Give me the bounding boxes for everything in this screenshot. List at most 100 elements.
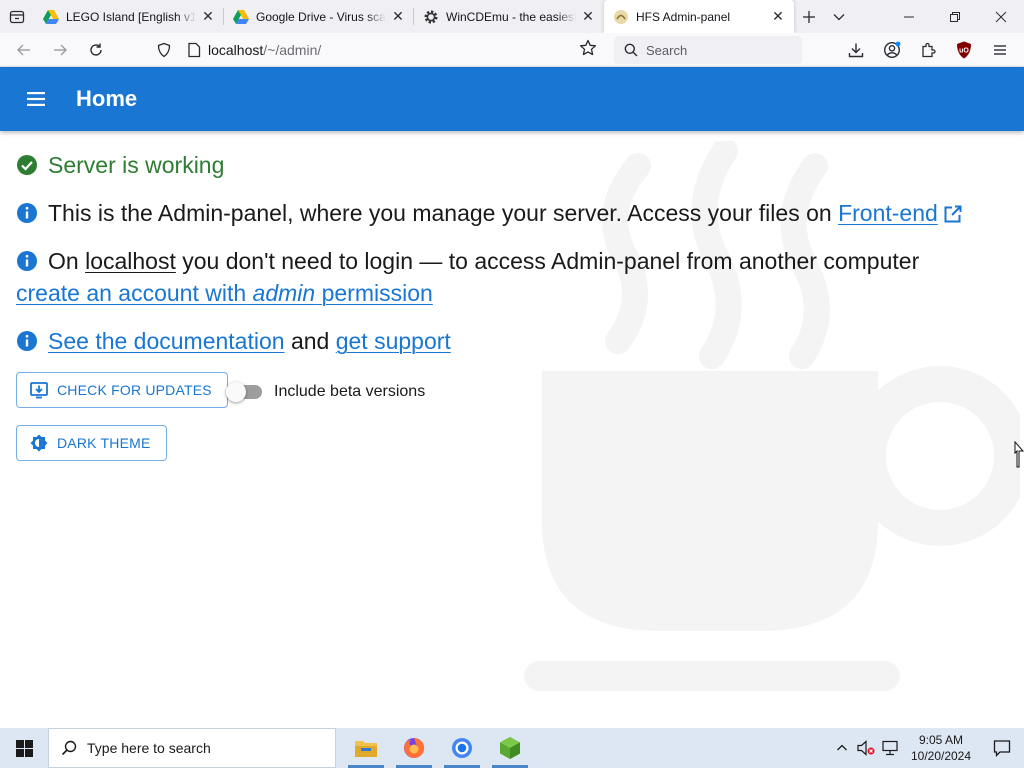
create-account-link[interactable]: create an account with admin permission bbox=[16, 277, 433, 309]
firefox-view-button[interactable] bbox=[0, 0, 34, 33]
show-hidden-icons-button[interactable] bbox=[830, 728, 854, 768]
taskbar-chrome[interactable] bbox=[438, 728, 486, 768]
get-support-link[interactable]: get support bbox=[336, 328, 451, 354]
external-link-icon[interactable] bbox=[944, 205, 962, 223]
close-window-button[interactable] bbox=[978, 0, 1024, 33]
beta-versions-label: Include beta versions bbox=[274, 383, 426, 400]
tab-close-icon[interactable]: ✕ bbox=[390, 8, 406, 25]
taskbar-hfs-app[interactable] bbox=[486, 728, 534, 768]
account-icon bbox=[883, 41, 901, 59]
admin-emphasis: admin bbox=[252, 280, 316, 306]
tab-title: Google Drive - Virus scan bbox=[256, 9, 386, 24]
taskbar-search-input[interactable]: Type here to search bbox=[48, 728, 336, 768]
search-icon bbox=[624, 43, 638, 57]
taskbar-clock[interactable]: 9:05 AM 10/20/2024 bbox=[902, 732, 980, 764]
browser-tab-active[interactable]: HFS Admin-panel ✕ bbox=[604, 0, 794, 33]
minimize-button[interactable] bbox=[886, 0, 932, 33]
info-icon bbox=[16, 197, 40, 229]
tab-close-icon[interactable]: ✕ bbox=[200, 8, 216, 25]
app-bar: Home bbox=[0, 67, 1024, 131]
info-icon bbox=[16, 245, 40, 277]
chevron-down-icon bbox=[833, 13, 845, 20]
tab-title: LEGO Island [English v1.1 bbox=[66, 9, 196, 24]
permission-link-text: permission bbox=[321, 280, 433, 306]
forward-button[interactable] bbox=[42, 34, 78, 66]
hfs-icon bbox=[613, 9, 629, 25]
volume-muted-icon bbox=[857, 740, 875, 756]
system-tray: 9:05 AM 10/20/2024 bbox=[830, 728, 1024, 768]
clock-time: 9:05 AM bbox=[918, 733, 964, 747]
main-content: Server is working This is the Admin-pane… bbox=[0, 131, 1024, 728]
tab-close-icon[interactable]: ✕ bbox=[770, 8, 786, 25]
account-button[interactable] bbox=[874, 33, 910, 67]
start-button[interactable] bbox=[0, 728, 48, 768]
reload-button[interactable] bbox=[78, 34, 114, 66]
beta-versions-toggle[interactable] bbox=[226, 381, 264, 403]
taskbar-search-placeholder: Type here to search bbox=[87, 740, 211, 756]
notification-icon bbox=[993, 740, 1011, 757]
admin-panel-info-label: This is the Admin-panel, where you manag… bbox=[48, 200, 832, 226]
url-path: /~/admin/ bbox=[263, 42, 322, 58]
ublock-origin-icon: uO bbox=[957, 41, 971, 59]
app-menu-button[interactable] bbox=[982, 33, 1018, 67]
front-end-link[interactable]: Front-end bbox=[838, 200, 938, 226]
network-button[interactable] bbox=[878, 728, 902, 768]
back-button[interactable] bbox=[6, 34, 42, 66]
login-info-line: On localhost you don't need to login — t… bbox=[16, 245, 996, 277]
minimize-icon bbox=[904, 16, 914, 17]
search-input[interactable]: Search bbox=[614, 36, 802, 64]
tab-title: WinCDEmu - the easiest w bbox=[446, 9, 576, 24]
tracking-protection-icon[interactable] bbox=[148, 42, 180, 58]
documentation-text: See the documentation and get support bbox=[48, 325, 451, 357]
windows-logo-icon bbox=[15, 739, 33, 757]
login-info-prefix: On bbox=[48, 248, 79, 274]
and-text: and bbox=[290, 328, 330, 354]
dark-theme-label: DARK THEME bbox=[57, 435, 151, 451]
chrome-icon bbox=[452, 738, 472, 758]
browser-tab[interactable]: LEGO Island [English v1.1 ✕ bbox=[34, 0, 224, 33]
admin-panel-info-line: This is the Admin-panel, where you manag… bbox=[16, 197, 962, 229]
ublock-origin-button[interactable]: uO bbox=[946, 33, 982, 67]
notification-center-button[interactable] bbox=[980, 728, 1024, 768]
documentation-line: See the documentation and get support bbox=[16, 325, 451, 357]
google-drive-icon bbox=[233, 9, 249, 25]
login-info-text: On localhost you don't need to login — t… bbox=[48, 245, 988, 277]
taskbar-firefox[interactable] bbox=[390, 728, 438, 768]
list-all-tabs-button[interactable] bbox=[824, 0, 854, 33]
star-icon bbox=[579, 39, 597, 56]
url-host: localhost bbox=[208, 42, 264, 58]
restore-button[interactable] bbox=[932, 0, 978, 33]
server-status-line: Server is working bbox=[16, 149, 224, 181]
svg-text:uO: uO bbox=[959, 48, 969, 55]
arrow-right-icon bbox=[54, 44, 67, 55]
extensions-button[interactable] bbox=[910, 33, 946, 67]
volume-button[interactable] bbox=[854, 728, 878, 768]
browser-tab[interactable]: WinCDEmu - the easiest w ✕ bbox=[414, 0, 604, 33]
documentation-link[interactable]: See the documentation bbox=[48, 328, 285, 354]
bookmark-star-button[interactable] bbox=[579, 33, 601, 63]
browser-tab-strip: LEGO Island [English v1.1 ✕ Google Drive… bbox=[0, 0, 1024, 33]
check-circle-icon bbox=[16, 149, 40, 181]
network-icon bbox=[882, 740, 898, 756]
download-icon bbox=[848, 43, 864, 58]
new-tab-button[interactable] bbox=[794, 0, 824, 33]
downloads-button[interactable] bbox=[838, 33, 874, 67]
tab-title: HFS Admin-panel bbox=[636, 9, 731, 24]
search-icon bbox=[61, 740, 77, 756]
check-for-updates-button[interactable]: CHECK FOR UPDATES bbox=[16, 372, 228, 408]
gear-icon bbox=[423, 9, 439, 25]
file-explorer-icon bbox=[355, 741, 377, 757]
localhost-underlined: localhost bbox=[85, 248, 176, 274]
toolbar-right: uO bbox=[838, 33, 1018, 67]
url-bar[interactable]: localhost/~/admin/ bbox=[148, 35, 608, 65]
dark-theme-button[interactable]: DARK THEME bbox=[16, 425, 167, 461]
plus-icon bbox=[803, 10, 815, 23]
drawer-menu-button[interactable] bbox=[0, 67, 72, 131]
page-icon[interactable] bbox=[180, 42, 208, 58]
create-account-link-text: create an account with bbox=[16, 280, 247, 306]
hamburger-menu-icon bbox=[994, 45, 1006, 55]
tab-close-icon[interactable]: ✕ bbox=[580, 8, 596, 25]
firefox-icon bbox=[404, 737, 425, 758]
taskbar-file-explorer[interactable] bbox=[342, 728, 390, 768]
browser-tab[interactable]: Google Drive - Virus scan ✕ bbox=[224, 0, 414, 33]
